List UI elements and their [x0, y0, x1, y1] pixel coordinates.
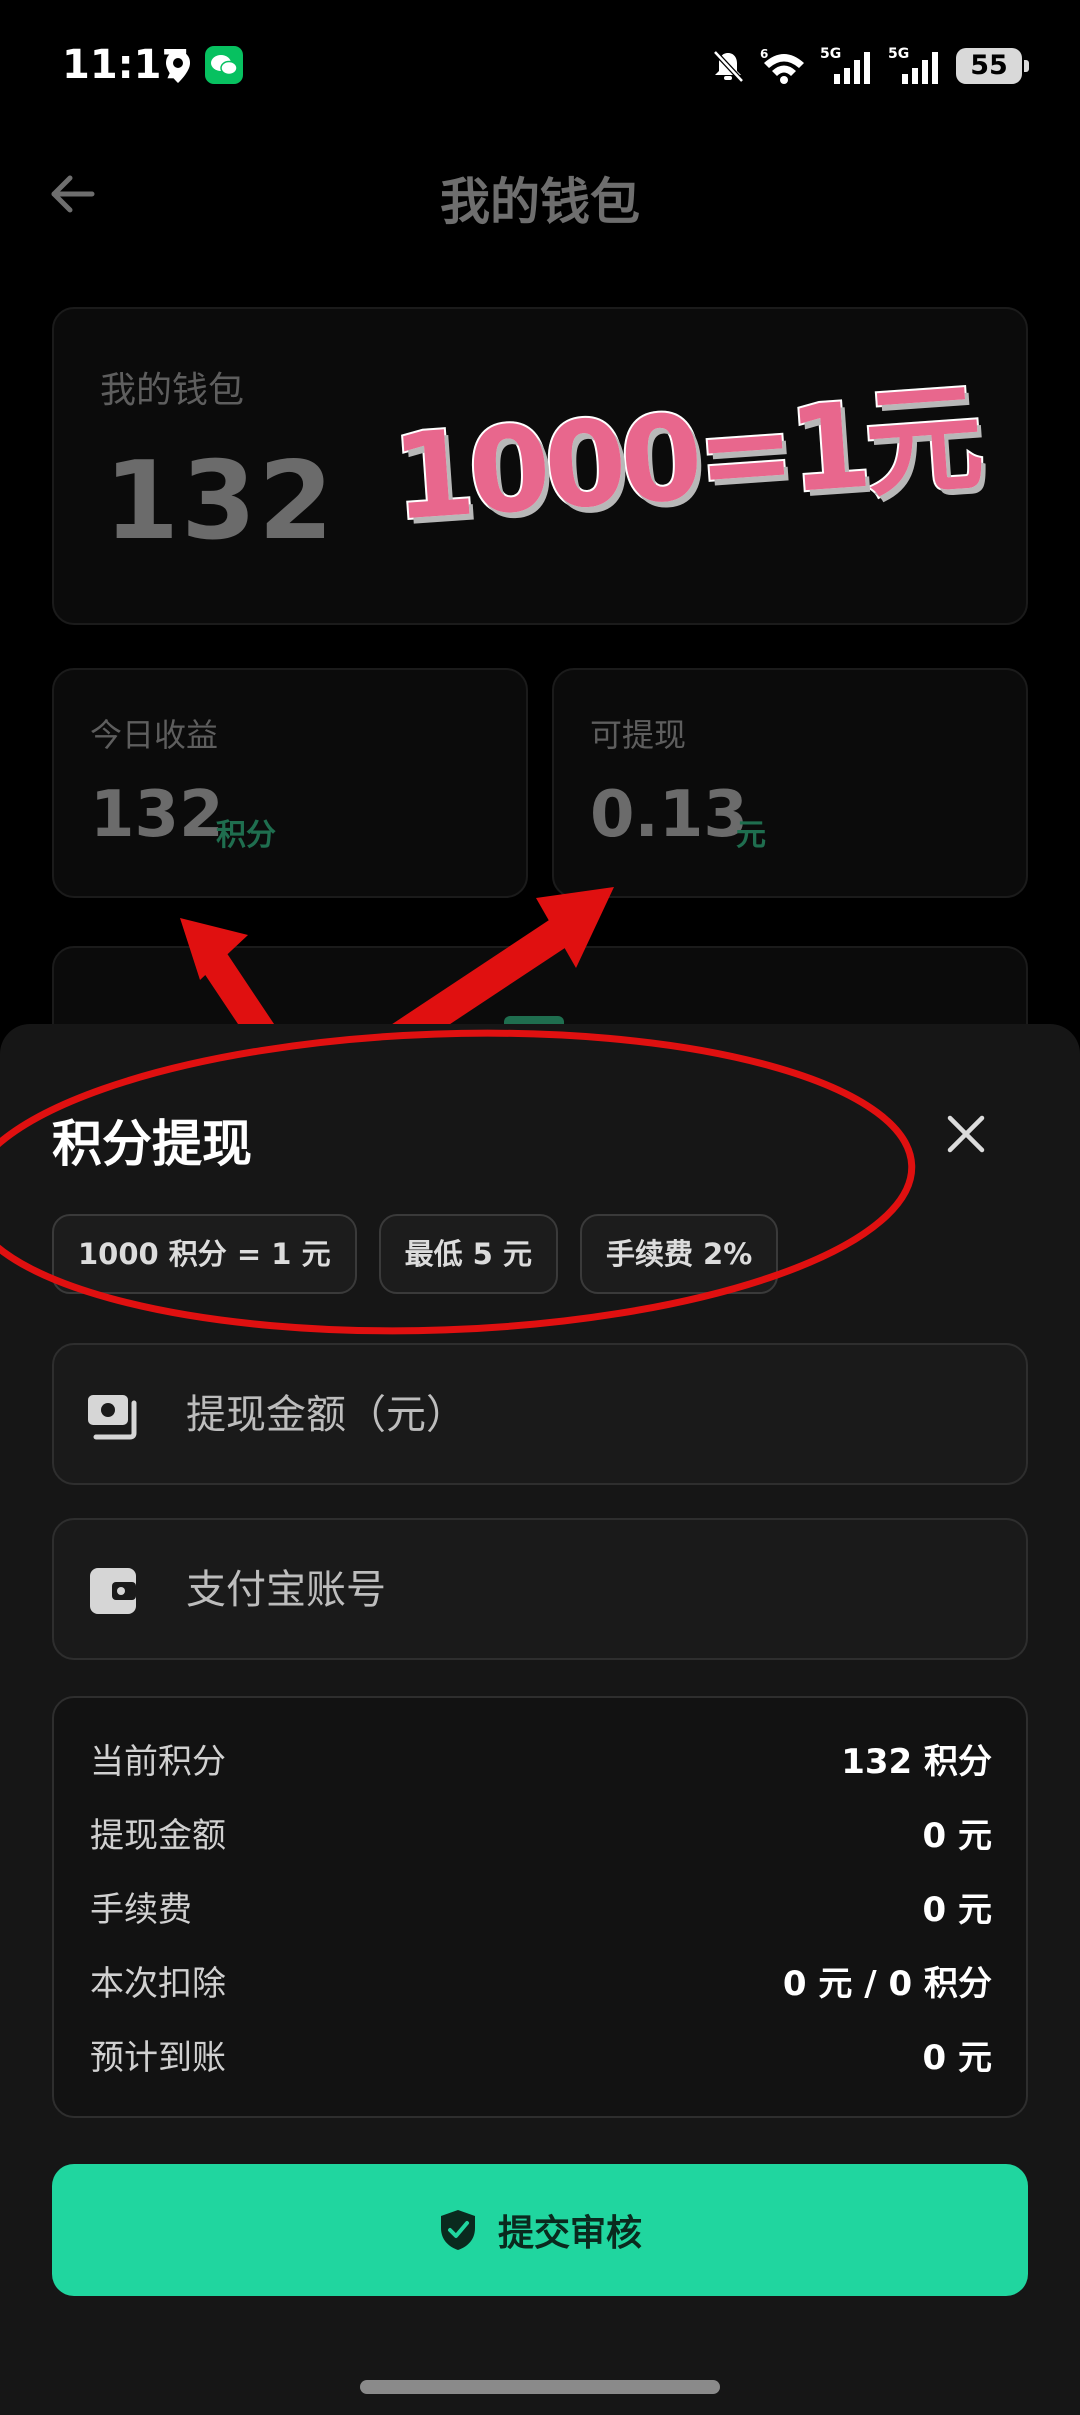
summary-value: 132 积分: [841, 1742, 992, 1782]
network-text-2: 5G: [888, 46, 909, 62]
summary-value: 0 元 / 0 积分: [782, 1964, 992, 2004]
close-icon[interactable]: [940, 1108, 992, 1160]
mute-bell-icon: [713, 50, 744, 83]
summary-label: 当前积分: [90, 1742, 226, 1782]
wallet-balance: 132: [104, 439, 336, 564]
rule-chips: 1000 积分 = 1 元 最低 5 元 手续费 2%: [52, 1214, 779, 1294]
rule-chip-minimum: 最低 5 元: [378, 1214, 558, 1294]
status-icons: 6 5G 5G 55: [710, 44, 1029, 88]
summary-label: 预计到账: [90, 2038, 226, 2078]
signal-icon-2: 5G: [888, 46, 938, 84]
alipay-input[interactable]: [186, 1550, 986, 1630]
summary-value: 0 元: [922, 2038, 993, 2078]
today-earnings-value: 132: [90, 778, 224, 852]
summary-row: 提现金额 0 元: [90, 1808, 992, 1858]
alipay-field[interactable]: [52, 1518, 1028, 1660]
wallet-label: 我的钱包: [100, 370, 245, 411]
submit-button[interactable]: 提交审核: [52, 2164, 1028, 2296]
wallet-card-icon: [90, 1568, 136, 1614]
sheet-title: 积分提现: [52, 1115, 252, 1173]
amount-field[interactable]: [52, 1343, 1028, 1485]
summary-row: 预计到账 0 元: [90, 2030, 992, 2080]
summary-row: 本次扣除 0 元 / 0 积分: [90, 1956, 992, 2006]
wifi-sup-text: 6: [760, 47, 768, 61]
wallet-cash-icon: [88, 1395, 137, 1440]
summary-value: 0 元: [922, 1816, 993, 1856]
withdrawable-label: 可提现: [590, 716, 687, 754]
summary-label: 手续费: [90, 1890, 192, 1930]
today-earnings-unit: 积分: [216, 818, 276, 853]
page-title: 我的钱包: [440, 173, 640, 231]
home-indicator[interactable]: [360, 2380, 720, 2394]
withdraw-sheet: 积分提现 1000 积分 = 1 元 最低 5 元 手续费 2% 当前积分 13…: [0, 1024, 1080, 2415]
rule-chip-fee: 手续费 2%: [579, 1214, 779, 1294]
signal-icon-1: 5G: [820, 46, 870, 84]
summary-row: 当前积分 132 积分: [90, 1734, 992, 1784]
summary-value: 0 元: [922, 1890, 993, 1930]
rule-chip-rate: 1000 积分 = 1 元: [52, 1214, 357, 1294]
withdrawable-card: 可提现 0.13 元: [552, 668, 1028, 898]
wifi-icon: 6: [760, 47, 804, 84]
location-icon: [166, 51, 190, 83]
amount-input[interactable]: [186, 1375, 986, 1455]
today-earnings-label: 今日收益: [90, 716, 219, 754]
withdrawable-value: 0.13: [590, 778, 748, 852]
network-text-1: 5G: [820, 46, 841, 62]
summary-label: 本次扣除: [90, 1964, 226, 2004]
status-bar: 11:17 6 5G 5G 55: [0, 0, 1080, 135]
submit-label: 提交审核: [497, 2213, 642, 2254]
today-earnings-card: 今日收益 132 积分: [52, 668, 528, 898]
battery-indicator: 55: [956, 48, 1029, 84]
header: 我的钱包: [0, 140, 1080, 240]
summary-row: 手续费 0 元: [90, 1882, 992, 1932]
summary-panel: 当前积分 132 积分 提现金额 0 元 手续费 0 元 本次扣除 0 元 / …: [52, 1696, 1028, 2118]
summary-label: 提现金额: [90, 1816, 226, 1856]
wechat-icon: [205, 46, 243, 84]
withdrawable-unit: 元: [736, 818, 766, 853]
shield-check-icon: [440, 2210, 475, 2250]
